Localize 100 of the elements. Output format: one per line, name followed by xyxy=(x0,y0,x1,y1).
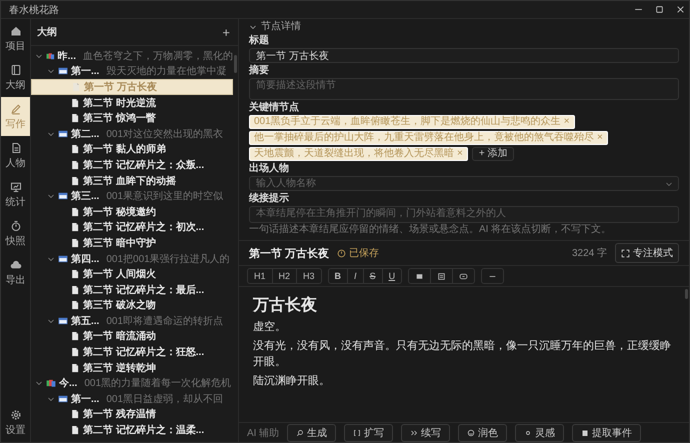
search-icon xyxy=(296,428,304,436)
text-area[interactable]: 本章结尾停在主角推开门的瞬间，门外站着意料之外的人 xyxy=(249,206,679,223)
tree-item[interactable]: 第三节 破冰之吻 xyxy=(31,298,233,314)
select-field[interactable]: 输入人物名称 xyxy=(249,176,679,191)
book-icon xyxy=(58,66,68,76)
book-icon xyxy=(58,128,68,139)
field-label: 标题 xyxy=(249,35,270,47)
word-count: 3224 字 xyxy=(572,246,607,260)
tree-item[interactable]: 今... 001黑的力量随着每一次化解危机 xyxy=(31,375,233,392)
format-button[interactable]: H2 xyxy=(272,269,298,283)
tree-item[interactable]: 第二节 时光逆流 xyxy=(31,94,233,110)
document-title: 第一节 万古长夜 xyxy=(249,246,330,260)
ai-action-button[interactable]: 润色 xyxy=(458,424,508,442)
chevron-down-icon[interactable] xyxy=(249,23,257,31)
document-icon xyxy=(70,160,80,170)
ai-label: AI 辅助 xyxy=(247,426,280,440)
document-icon xyxy=(70,269,80,280)
double-chevron-icon xyxy=(410,428,418,436)
nav-item[interactable]: 设置 xyxy=(1,403,30,442)
ai-action-button[interactable]: 生成 xyxy=(287,424,336,442)
document-icon xyxy=(70,284,80,295)
nav-item[interactable]: 快照 xyxy=(1,214,30,253)
tree-item[interactable]: 第二节 记忆碎片之：温柔... xyxy=(31,422,233,438)
add-button[interactable]: + xyxy=(222,26,230,38)
tree-item[interactable]: 第一节 人间烟火 xyxy=(31,266,233,282)
add-button[interactable]: + 添加 xyxy=(472,147,514,161)
tree-item[interactable]: 第一节 残存温情 xyxy=(31,406,233,422)
document-icon xyxy=(70,206,80,217)
title-field[interactable]: 第一节 万古长夜 xyxy=(249,48,679,63)
tree-item[interactable]: 第三节 惊鸿一瞥 xyxy=(31,110,233,126)
nav-item[interactable]: 导出 xyxy=(1,253,30,292)
document-icon xyxy=(70,176,80,186)
format-button[interactable]: H3 xyxy=(297,269,321,283)
tree-item[interactable]: 第三节 血眸下的动摇 xyxy=(31,172,233,188)
chevron-down-icon[interactable] xyxy=(665,180,673,188)
format-button[interactable]: I xyxy=(348,269,364,283)
paragraph: 虚空。 xyxy=(253,320,287,335)
save-status: 已保存 xyxy=(349,247,380,260)
cloud-icon xyxy=(10,259,22,271)
chevron-down-icon[interactable] xyxy=(47,192,55,200)
books-icon xyxy=(46,50,55,61)
tree-item[interactable]: 第四... 001把001果强行拉进凡人的 xyxy=(31,250,233,266)
tree-item[interactable]: 第二节 记忆碎片之：初次... xyxy=(31,220,233,236)
panel-title: 大纲 xyxy=(37,26,57,39)
field-label: 续接提示 xyxy=(249,193,290,205)
chevron-down-icon[interactable] xyxy=(35,379,43,388)
tree-item[interactable]: 第三节 暗中守护 xyxy=(31,235,233,251)
tree-item[interactable]: 第三节 逆转乾坤 xyxy=(31,360,233,376)
text-area[interactable]: 简要描述这段情节 xyxy=(249,78,679,100)
document-icon xyxy=(70,362,80,373)
paragraph: 没有光，没有风，没有声音。只有无边无际的黑暗，像一只沉睡万年的巨兽，正缓缓睁开眼。 xyxy=(253,338,672,370)
tree-item[interactable]: 第二节 记忆碎片之：众叛... xyxy=(31,157,233,173)
document-icon xyxy=(71,82,81,92)
document-icon xyxy=(70,409,80,420)
ai-action-button[interactable]: 扩写 xyxy=(344,424,394,442)
window-title: 春水桃花路 xyxy=(9,4,59,16)
tree-item[interactable]: 第二节 记忆碎片之：最后... xyxy=(31,282,233,298)
ai-action-button[interactable]: 灵感 xyxy=(515,424,564,442)
nav-item[interactable]: 统计 xyxy=(1,175,30,214)
document-icon xyxy=(70,144,80,154)
document-icon xyxy=(70,238,80,248)
book-icon xyxy=(58,191,68,202)
book-icon xyxy=(58,316,68,326)
ai-action-button[interactable]: 续写 xyxy=(401,424,450,442)
tree-item[interactable]: 第一节 黏人的师弟 xyxy=(31,142,233,158)
tree-item[interactable]: 第一... 001黑日益虚弱，却从不回 xyxy=(31,391,233,407)
tree-item[interactable]: 第二... 001对这位突然出现的黑衣 xyxy=(31,126,233,142)
stopwatch-icon xyxy=(10,220,22,232)
format-button[interactable]: U xyxy=(382,269,402,283)
tree-item[interactable]: 昨... 血色苍穹之下，万物凋零，黑化的 xyxy=(31,48,233,64)
document-icon xyxy=(10,142,22,154)
tree-item[interactable]: 第三... 001果意识到这里的时空似 xyxy=(31,188,233,204)
ai-action-button[interactable]: 提取事件 xyxy=(572,424,642,442)
hint-text: 一句话描述本章结尾应停留的情绪、场景或悬念点。AI 将在该点切断，不写下文。 xyxy=(249,224,612,236)
maximize-icon[interactable] xyxy=(655,5,664,14)
book-icon xyxy=(58,254,68,264)
paragraph: 陆沉渊睁开眼。 xyxy=(253,374,331,389)
focus-mode-button[interactable]: 专注模式 xyxy=(615,243,679,263)
field-label: 关键情节点 xyxy=(249,102,300,114)
books-icon xyxy=(46,378,56,388)
tree-item[interactable]: 第五... 001即将遭遇命运的转折点 xyxy=(31,313,233,329)
document-icon xyxy=(70,300,80,310)
chevron-down-icon[interactable] xyxy=(47,67,55,76)
format-button[interactable]: H1 xyxy=(248,269,273,283)
book-icon xyxy=(58,394,68,404)
tag-text: 001黑负手立于云端，血眸俯瞰苍生，脚下是燃烧的仙山与悲鸣的众生 xyxy=(254,116,561,128)
tree-item[interactable]: 第二节 记忆碎片之：狂怒... xyxy=(31,344,233,360)
pen-icon xyxy=(10,103,22,115)
tree-item[interactable]: 第一... 毁天灭地的力量在他掌中凝 xyxy=(31,64,233,80)
nav-item[interactable]: 大纲 xyxy=(1,58,30,97)
nav-item[interactable]: 人物 xyxy=(1,136,30,175)
tree-item[interactable]: 第一节 暗流涌动 xyxy=(31,328,233,344)
document-icon xyxy=(70,222,80,232)
format-button[interactable]: S xyxy=(364,269,383,283)
close-icon[interactable] xyxy=(676,5,685,14)
document-icon xyxy=(70,113,80,124)
tree-item[interactable]: 第一节 秘境邀约 xyxy=(31,204,233,220)
list-icon xyxy=(437,272,446,280)
format-button[interactable]: B xyxy=(328,269,348,283)
nav-item[interactable]: 项目 xyxy=(1,19,30,58)
